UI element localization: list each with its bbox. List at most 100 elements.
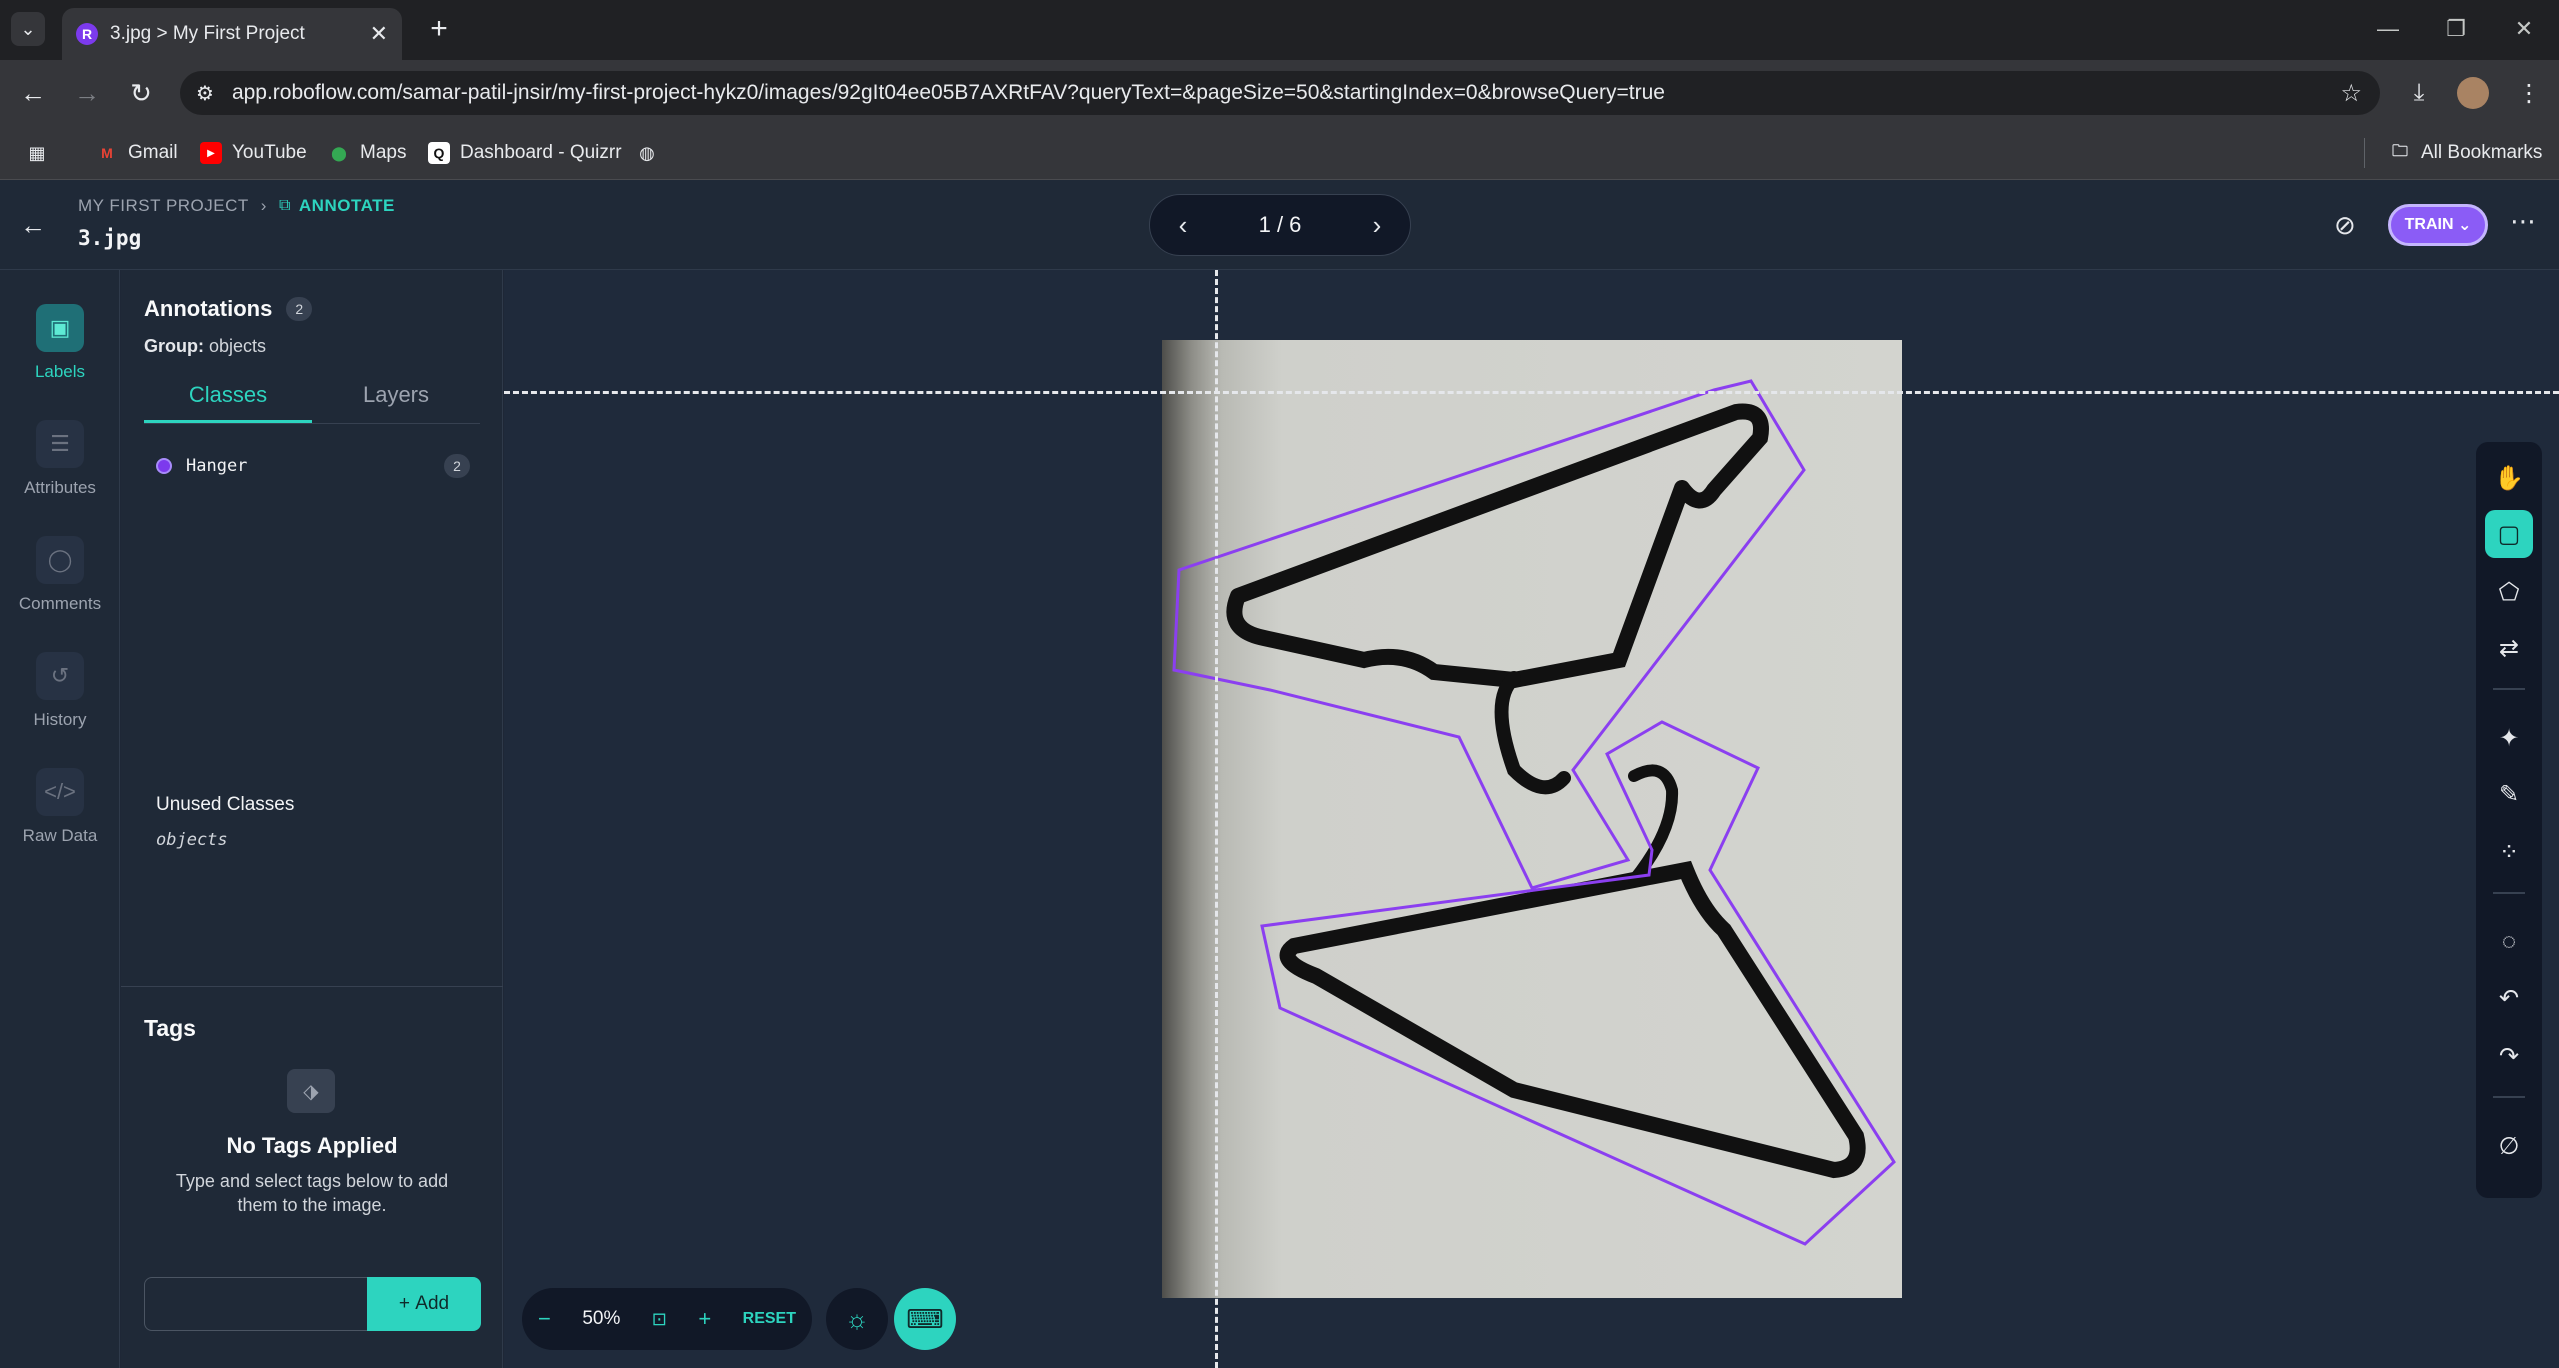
annotation-overlay bbox=[1172, 379, 1896, 1246]
annotations-title: Annotations 2 bbox=[144, 296, 313, 322]
tab-layers[interactable]: Layers bbox=[312, 374, 480, 423]
class-color-dot bbox=[156, 458, 172, 474]
keypoint-tool-icon[interactable]: ⁘ bbox=[2485, 828, 2533, 876]
undo-icon[interactable]: ↶ bbox=[2485, 974, 2533, 1022]
bookmark-label: Dashboard - Quizrr bbox=[460, 142, 622, 163]
download-icon[interactable]: ⤓ bbox=[2400, 74, 2438, 112]
panel-tabs: Classes Layers bbox=[144, 374, 480, 424]
rail-item-attributes[interactable]: ☰ Attributes bbox=[0, 420, 120, 498]
redo-icon[interactable]: ↷ bbox=[2485, 1032, 2533, 1080]
tag-input[interactable] bbox=[144, 1277, 368, 1331]
back-button[interactable]: ← bbox=[14, 74, 52, 112]
breadcrumb-project[interactable]: MY FIRST PROJECT bbox=[78, 196, 249, 216]
file-name: 3.jpg bbox=[78, 226, 142, 250]
bookmark-gmail[interactable]: M Gmail bbox=[96, 138, 178, 168]
tags-title: Tags bbox=[144, 1015, 196, 1041]
rail-item-labels[interactable]: ▣ Labels bbox=[0, 304, 120, 382]
annotation-canvas[interactable]: ✋ ▢ ⬠ ⇄ ✦ ✎ ⁘ ◌ ↶ ↷ ∅ − 50% ⊡ + RESET ☼ … bbox=[504, 270, 2559, 1368]
browser-tab-active[interactable]: R 3.jpg > My First Project ✕ bbox=[62, 8, 402, 60]
zoom-controls: − 50% ⊡ + RESET bbox=[522, 1288, 812, 1350]
image-pager: ‹ 1 / 6 › bbox=[1149, 194, 1411, 256]
browser-toolbar: ← → ↻ ⚙ app.roboflow.com/samar-patil-jns… bbox=[0, 60, 2559, 126]
bookmark-label: Maps bbox=[360, 142, 407, 163]
bookmark-label: Gmail bbox=[128, 142, 178, 163]
rail-item-history[interactable]: ↺ History bbox=[0, 652, 120, 730]
globe-icon: ◍ bbox=[639, 142, 655, 163]
back-arrow-icon[interactable]: ← bbox=[20, 210, 46, 241]
reset-zoom-button[interactable]: RESET bbox=[743, 1310, 796, 1328]
tab-title: 3.jpg > My First Project bbox=[110, 23, 305, 44]
label-icon: ▣ bbox=[36, 304, 84, 352]
tab-classes[interactable]: Classes bbox=[144, 374, 312, 423]
address-bar[interactable]: ⚙ app.roboflow.com/samar-patil-jnsir/my-… bbox=[180, 71, 2380, 115]
close-tab-icon[interactable]: ✕ bbox=[370, 21, 388, 47]
next-image-button[interactable]: › bbox=[1360, 210, 1394, 241]
bookmark-star-icon[interactable]: ☆ bbox=[2340, 79, 2362, 108]
zoom-level: 50% bbox=[582, 1308, 621, 1329]
class-row-hanger[interactable]: Hanger 2 bbox=[156, 454, 470, 478]
annotate-icon: ⧉ bbox=[278, 197, 291, 214]
no-tags-description: Type and select tags below to add them t… bbox=[175, 1171, 449, 1215]
comment-tool-icon[interactable]: ◌ bbox=[2485, 918, 2533, 966]
train-label: TRAIN bbox=[2404, 216, 2454, 233]
crosshair-vertical-guide bbox=[1215, 270, 1218, 1368]
unused-class-item[interactable]: objects bbox=[156, 830, 228, 850]
gmail-icon: M bbox=[101, 145, 113, 161]
add-tag-button[interactable]: + Add bbox=[367, 1277, 481, 1331]
bookmark-maps[interactable]: ⬤ Maps bbox=[328, 138, 406, 168]
breadcrumb: MY FIRST PROJECT › ⧉ ANNOTATE bbox=[78, 196, 395, 216]
reload-button[interactable]: ↻ bbox=[122, 74, 160, 112]
breadcrumb-annotate[interactable]: ANNOTATE bbox=[299, 196, 395, 216]
hide-annotations-icon[interactable]: ⊘ bbox=[2334, 210, 2356, 241]
bookmark-quizrr[interactable]: Q Dashboard - Quizrr bbox=[428, 138, 622, 168]
bookmark-label: YouTube bbox=[232, 142, 307, 163]
roboflow-favicon-icon: R bbox=[76, 23, 98, 45]
zoom-out-button[interactable]: − bbox=[538, 1306, 551, 1332]
chevron-right-icon: › bbox=[260, 196, 267, 215]
annotations-panel: Annotations 2 Group: objects Classes Lay… bbox=[121, 270, 503, 1368]
minimize-window-button[interactable]: — bbox=[2368, 10, 2408, 48]
url-text: app.roboflow.com/samar-patil-jnsir/my-fi… bbox=[231, 81, 1665, 104]
bookmark-youtube[interactable]: ▶ YouTube bbox=[200, 138, 307, 168]
bounding-box-tool-icon[interactable]: ▢ bbox=[2485, 510, 2533, 558]
keyboard-shortcuts-icon[interactable]: ⌨ bbox=[894, 1288, 956, 1350]
prev-image-button[interactable]: ‹ bbox=[1166, 210, 1200, 241]
brightness-icon[interactable]: ☼ bbox=[826, 1288, 888, 1350]
youtube-icon: ▶ bbox=[200, 142, 222, 164]
hanger-image-shapes bbox=[1226, 403, 1866, 1179]
app-header: ← MY FIRST PROJECT › ⧉ ANNOTATE 3.jpg ‹ … bbox=[0, 180, 2559, 270]
pager-text: 1 / 6 bbox=[1258, 212, 1302, 237]
zoom-in-button[interactable]: + bbox=[698, 1306, 711, 1332]
annotations-count-badge: 2 bbox=[286, 297, 313, 321]
close-window-button[interactable]: ✕ bbox=[2504, 10, 2544, 48]
apps-grid-icon[interactable]: ▦ bbox=[26, 138, 58, 168]
toolbar-divider bbox=[2493, 1096, 2525, 1098]
rail-item-comments[interactable]: ◯ Comments bbox=[0, 536, 120, 614]
rail-item-raw-data[interactable]: </> Raw Data bbox=[0, 768, 120, 846]
restore-window-button[interactable]: ❐ bbox=[2436, 10, 2476, 48]
rail-label: Attributes bbox=[24, 478, 96, 497]
all-bookmarks[interactable]: 🗀 All Bookmarks bbox=[2364, 138, 2542, 168]
site-info-icon[interactable]: ⚙ bbox=[196, 81, 214, 106]
tab-search-button[interactable]: ⌄ bbox=[11, 12, 45, 46]
rail-label: History bbox=[33, 710, 87, 729]
lock-zoom-icon[interactable]: ⊡ bbox=[652, 1309, 667, 1330]
polygon-tool-icon[interactable]: ⬠ bbox=[2485, 568, 2533, 616]
more-options-icon[interactable]: ⋯ bbox=[2510, 206, 2536, 237]
annotations-title-text: Annotations bbox=[144, 296, 273, 321]
all-bookmarks-label: All Bookmarks bbox=[2421, 142, 2543, 163]
smart-polygon-icon[interactable]: ✦ bbox=[2485, 714, 2533, 762]
bookmark-globe[interactable]: ◍ bbox=[636, 138, 668, 168]
toolbar-divider bbox=[2493, 892, 2525, 894]
browser-tab-strip: ⌄ R 3.jpg > My First Project ✕ + — ❐ ✕ bbox=[0, 0, 2559, 60]
browser-menu-icon[interactable]: ⋮ bbox=[2510, 74, 2548, 112]
new-tab-button[interactable]: + bbox=[422, 12, 456, 46]
null-annotation-icon[interactable]: ∅ bbox=[2485, 1122, 2533, 1170]
magic-wand-icon[interactable]: ✎ bbox=[2485, 770, 2533, 818]
hand-pan-icon[interactable]: ✋ bbox=[2485, 454, 2533, 502]
forward-button[interactable]: → bbox=[68, 74, 106, 112]
convert-tool-icon[interactable]: ⇄ bbox=[2485, 624, 2533, 672]
rail-label: Raw Data bbox=[22, 826, 98, 845]
train-button[interactable]: TRAIN ⌄ bbox=[2388, 204, 2488, 246]
profile-avatar[interactable] bbox=[2457, 77, 2489, 109]
